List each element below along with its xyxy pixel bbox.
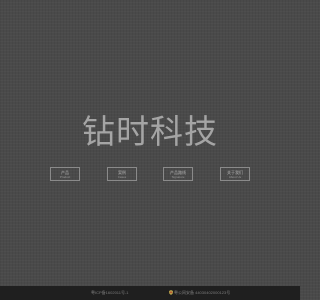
icp-link[interactable]: 粤ICP备1602011号-1 [91,290,129,296]
nav-label-en: About Us [228,175,242,179]
main-nav: 产品 Product 案例 Cases 产品路线 Signature 关于我们 … [50,167,250,183]
nav-label-en: Product [59,175,71,179]
nav-button-about[interactable]: 关于我们 About Us [220,167,250,181]
police-badge-icon [169,290,173,295]
nav-label-en: Cases [117,175,127,179]
hero-section: 钻时科技 产品 Product 案例 Cases 产品路线 Signature … [0,0,300,286]
site-footer: 粤ICP备1602011号-1 粤公网安备 44030402000123号 [0,286,300,300]
nav-label-en: Signature [171,175,185,179]
nav-button-roadmap[interactable]: 产品路线 Signature [163,167,193,181]
police-record-link[interactable]: 粤公网安备 44030402000123号 [174,290,230,296]
site-title: 钻时科技 [82,112,218,151]
nav-button-product[interactable]: 产品 Product [50,167,80,181]
nav-button-cases[interactable]: 案例 Cases [107,167,137,181]
